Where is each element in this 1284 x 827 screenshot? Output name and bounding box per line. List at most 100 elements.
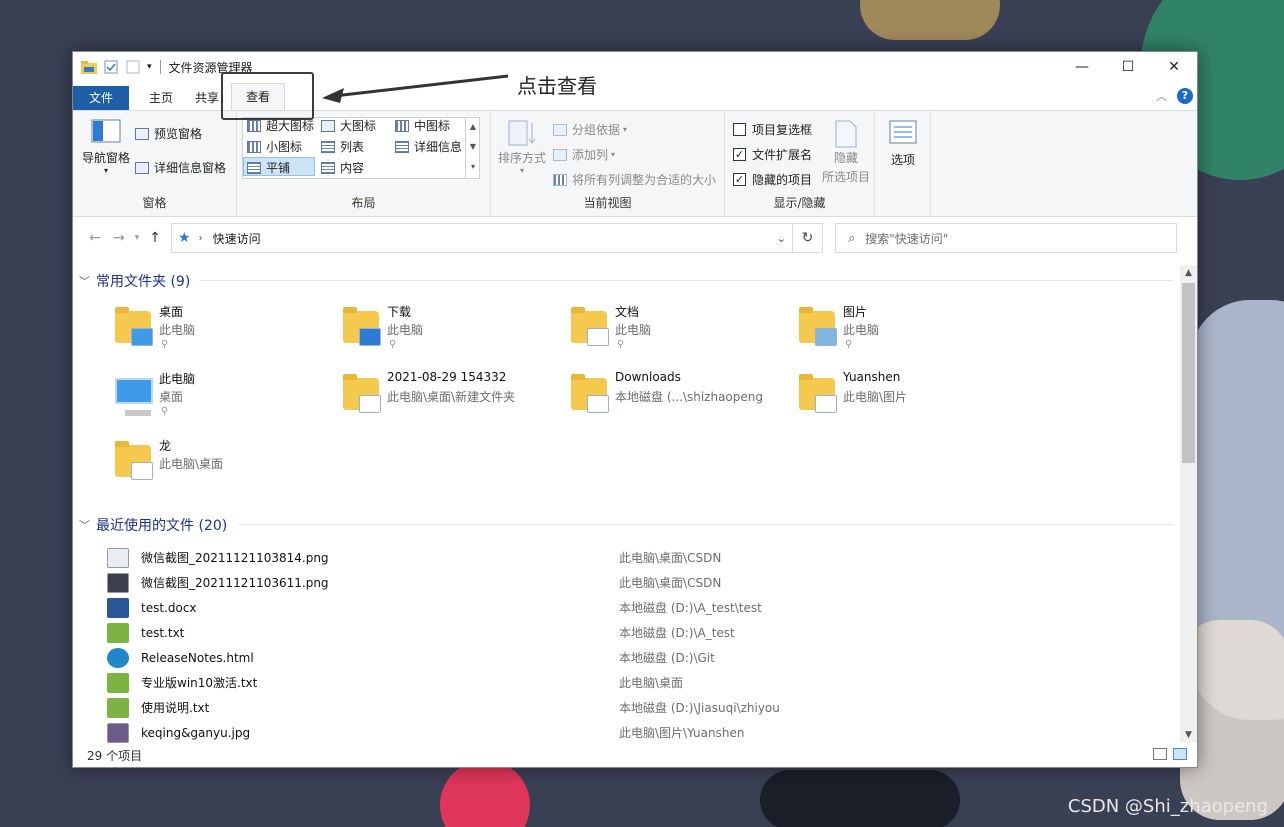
nav-pane-button[interactable]: 导航窗格 ▾ [79,119,133,175]
folder-location: 此电脑 [387,323,424,337]
folder-tile[interactable]: 桌面 此电脑 ⚲ [113,301,333,361]
layout-content[interactable]: 内容 [321,159,364,176]
quick-access-dropdown-icon[interactable]: ▾ [147,62,152,72]
search-box[interactable]: ⌕ 搜索"快速访问" [835,223,1177,253]
scroll-up-icon[interactable]: ▲ [1180,265,1197,281]
address-path[interactable]: 快速访问 [213,230,261,247]
folder-tile[interactable]: 图片 此电脑 ⚲ [797,301,1017,361]
tab-share[interactable]: 共享 [187,86,219,110]
collapse-chevron-icon: ﹀ [79,275,90,288]
tab-home[interactable]: 主页 [135,86,187,110]
recent-file-row[interactable]: test.docx 本地磁盘 (D:)\A_test\test [107,595,1167,620]
ribbon-group-show-hide: 项目复选框 ✓ 文件扩展名 ✓ 隐藏的项目 隐藏 所选项目 显示/隐藏 [725,111,875,216]
text-file-icon [107,697,129,718]
scroll-thumb[interactable] [1182,283,1195,463]
sort-by-button[interactable]: 排序方式 ▾ [497,119,547,175]
pin-icon: ⚲ [845,339,853,350]
layout-small-icons[interactable]: 小图标 [247,138,302,155]
properties-icon[interactable] [103,60,119,74]
ribbon: 导航窗格 ▾ 预览窗格 详细信息窗格 窗格 超大图标 大图标 中图标 小图标 列… [73,110,1197,217]
layout-details[interactable]: 详细信息 [395,138,462,155]
scroll-down-icon[interactable]: ▼ [1180,727,1197,743]
add-column-button[interactable]: 添加列 ▾ [553,146,615,163]
status-bar: 29 个项目 [73,743,1197,767]
address-bar[interactable]: ★ › 快速访问 ⌄ ↻ [171,223,823,253]
tiles-icon [247,161,261,174]
layout-gallery-scroller[interactable]: ▲ ▼ ▾ [465,117,480,179]
help-icon[interactable]: ? [1177,88,1193,104]
collapse-ribbon-icon[interactable]: ︿ [1156,88,1167,104]
search-placeholder: 搜索"快速访问" [865,231,949,246]
recent-file-row[interactable]: 微信截图_20211121103611.png 此电脑\桌面\CSDN [107,570,1167,595]
large-icons-view-toggle-icon[interactable] [1173,748,1187,760]
folder-tile[interactable]: 龙此电脑\桌面 [113,435,333,495]
medium-icons-icon [395,119,409,132]
fit-columns-button[interactable]: 将所有列调整为合适的大小 [553,171,716,188]
word-file-icon [107,597,129,618]
recent-file-row[interactable]: ReleaseNotes.html 本地磁盘 (D:)\Git [107,645,1167,670]
hidden-items-checkbox[interactable]: ✓ [733,173,746,186]
tab-file[interactable]: 文件 [73,86,130,110]
group-by-icon [553,123,567,136]
breadcrumb-chevron-icon[interactable]: › [199,233,203,244]
folder-tile[interactable]: Downloads 本地磁盘 (...\shizhaopeng [569,368,789,428]
folder-location: 此电脑 [615,323,652,337]
folder-location: 此电脑\桌面 [159,457,224,471]
maximize-button[interactable]: ☐ [1105,52,1151,82]
file-name: 微信截图_20211121103814.png [141,551,329,565]
vertical-scrollbar[interactable]: ▲ ▼ [1180,265,1197,743]
folder-tile[interactable]: 此电脑 桌面 ⚲ [113,368,333,428]
recent-file-row[interactable]: 专业版win10激活.txt 此电脑\桌面 [107,670,1167,695]
recent-file-row[interactable]: 微信截图_20211121103814.png 此电脑\桌面\CSDN [107,545,1167,570]
layout-medium-icons[interactable]: 中图标 [395,117,450,134]
refresh-button[interactable]: ↻ [792,224,822,252]
large-icons-icon [321,119,335,132]
group-by-button[interactable]: 分组依据 ▾ [553,121,627,138]
edge-html-icon [107,647,129,668]
item-checkboxes-toggle[interactable]: 项目复选框 [733,121,812,138]
folder-tile[interactable]: Yuanshen 此电脑\图片 [797,368,1017,428]
recent-files-header[interactable]: ﹀ 最近使用的文件 (20) [79,515,227,535]
folder-icon [797,374,837,413]
options-icon [889,120,917,144]
recent-file-row[interactable]: keqing&ganyu.jpg 此电脑\图片\Yuanshen [107,720,1167,745]
folder-tile[interactable]: 2021-08-29 154332 此电脑\桌面\新建文件夹 [341,368,561,428]
minimize-button[interactable]: — [1059,52,1105,82]
recent-locations-icon[interactable]: ▾ [131,233,143,243]
layout-large-icons[interactable]: 大图标 [321,117,376,134]
recent-file-row[interactable]: test.txt 本地磁盘 (D:)\A_test [107,620,1167,645]
frequent-folders-header[interactable]: ﹀ 常用文件夹 (9) [79,271,190,291]
group-label-show-hide: 显示/隐藏 [773,196,826,210]
options-button[interactable]: 选项 [885,119,921,168]
ribbon-group-options: 选项 [875,111,931,216]
forward-button[interactable]: → [107,230,131,246]
new-folder-icon[interactable] [125,60,141,74]
details-view-toggle-icon[interactable] [1153,748,1167,760]
downloads-folder-icon [341,307,381,346]
text-file-icon [107,672,129,693]
annotation-arrow-icon [322,74,509,103]
close-button[interactable]: ✕ [1151,52,1197,82]
folder-tile[interactable]: 文档 此电脑 ⚲ [569,301,789,361]
file-extensions-checkbox[interactable]: ✓ [733,148,746,161]
hide-selected-button[interactable]: 隐藏 所选项目 [819,119,873,185]
recent-file-row[interactable]: 使用说明.txt 本地磁盘 (D:)\Jiasuqi\zhiyou [107,695,1167,720]
details-pane-button[interactable]: 详细信息窗格 [135,159,226,176]
address-dropdown-icon[interactable]: ⌄ [777,232,786,245]
back-button[interactable]: ← [83,230,107,246]
up-button[interactable]: ↑ [143,230,167,246]
folder-tile[interactable]: 下载 此电脑 ⚲ [341,301,561,361]
annotation-label: 点击查看 [517,74,597,98]
preview-pane-button[interactable]: 预览窗格 [135,125,202,142]
ribbon-group-layout: 超大图标 大图标 中图标 小图标 列表 详细信息 平铺 内容 ▲ ▼ ▾ 布局 [237,111,491,216]
folder-location: 桌面 [159,390,184,404]
file-extensions-toggle[interactable]: ✓ 文件扩展名 [733,146,812,163]
hidden-items-toggle[interactable]: ✓ 隐藏的项目 [733,171,812,188]
item-checkboxes-checkbox[interactable] [733,123,746,136]
folder-icon [341,374,381,413]
layout-list[interactable]: 列表 [321,138,364,155]
layout-tiles[interactable]: 平铺 [247,159,290,176]
annotation-highlight-box [221,72,314,120]
search-icon: ⌕ [848,230,856,246]
folder-location: 此电脑\图片 [843,390,908,404]
